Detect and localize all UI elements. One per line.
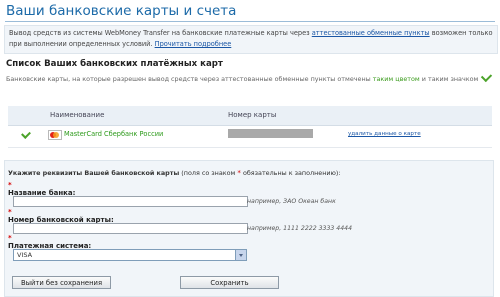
info-text: Вывод средств из системы WebMoney Transf… [9, 29, 312, 37]
required-mark: * [8, 181, 12, 189]
payment-system-select[interactable]: VISA [13, 249, 247, 261]
form-intro: Укажите реквизиты Вашей банковской карты… [8, 169, 341, 177]
info-panel: Вывод средств из системы WebMoney Transf… [4, 25, 498, 54]
cards-section-heading: Список Ваших банковских платёжных карт [6, 59, 223, 69]
form-intro-bold: Укажите реквизиты Вашей банковской карты [8, 169, 180, 177]
green-color-text: таким цветом [372, 75, 420, 83]
cards-section-description: Банковские карты, на которые разрешен вы… [6, 70, 493, 85]
column-header-name: Наименование [50, 111, 105, 119]
card-number-input[interactable] [13, 223, 248, 234]
exit-without-saving-button[interactable]: Выйти без сохранения [12, 276, 111, 289]
certified-exchangers-link[interactable]: аттестованные обменные пункты [312, 29, 430, 37]
form-intro-end: обязательны к заполнению): [240, 169, 341, 177]
bank-name-label: * Название банка: [8, 181, 75, 197]
chevron-down-icon[interactable] [235, 250, 246, 260]
required-mark: * [8, 234, 12, 242]
save-button[interactable]: Сохранить [180, 276, 279, 289]
form-intro-text: (поля со знаком [179, 169, 238, 177]
required-mark: * [8, 208, 12, 216]
card-number-label: * Номер банковской карты: [8, 208, 114, 224]
delete-card-link[interactable]: удалить данные о карте [348, 131, 421, 137]
card-name: MasterCard Сбербанк России [64, 130, 164, 138]
check-icon [481, 70, 493, 83]
mastercard-icon [48, 130, 62, 140]
payment-system-value: VISA [17, 251, 33, 259]
read-more-link[interactable]: Прочитать подробнее [155, 40, 232, 48]
check-icon [21, 129, 31, 139]
card-details-form: Укажите реквизиты Вашей банковской карты… [4, 160, 494, 297]
description-text-end: и таким значком [419, 75, 479, 83]
title-divider [5, 21, 495, 22]
page-title: Ваши банковские карты и счета [6, 3, 237, 19]
bank-name-hint: например, ЗАО Океан банк [247, 198, 336, 205]
bank-name-input[interactable] [13, 196, 248, 207]
cards-table-header: Наименование Номер карты [8, 106, 492, 126]
description-text: Банковские карты, на которые разрешен вы… [6, 75, 373, 83]
column-header-card-number: Номер карты [228, 111, 277, 119]
card-number-masked [228, 129, 313, 138]
card-number-hint: например, 1111 2222 3333 4444 [247, 225, 353, 232]
table-row: MasterCard Сбербанк России удалить данны… [8, 125, 492, 148]
payment-system-label: * Платежная система: [8, 234, 91, 250]
